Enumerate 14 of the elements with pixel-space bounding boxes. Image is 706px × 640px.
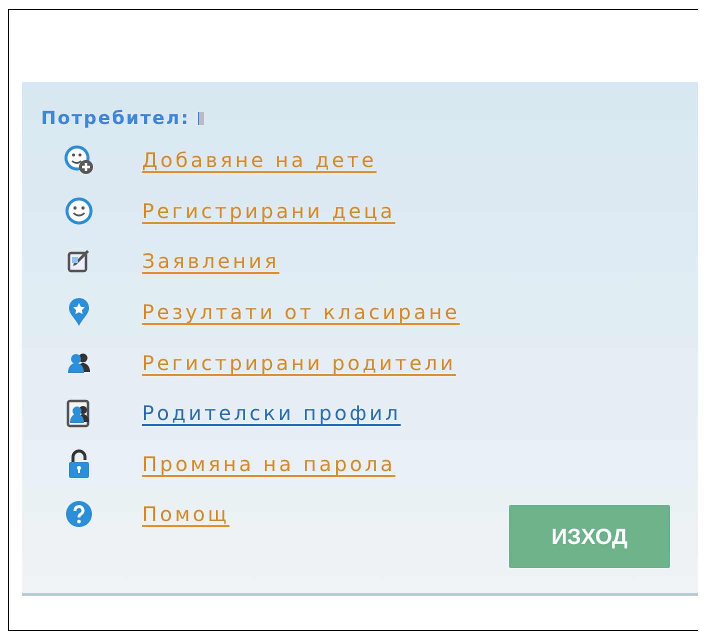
menu-link[interactable]: Добавяне на дете — [142, 148, 377, 172]
help-icon — [64, 499, 94, 530]
user-label: Потребител: — [41, 108, 190, 129]
redacted-username — [198, 112, 204, 125]
logout-button[interactable]: ИЗХОД — [509, 505, 670, 568]
menu-link[interactable]: Заявления — [142, 249, 280, 274]
smiley-plus-icon — [64, 145, 94, 176]
menu-link[interactable]: Промяна на парола — [142, 452, 396, 476]
smiley-icon — [64, 196, 94, 226]
menu-link[interactable]: Родителски профил — [142, 401, 401, 426]
menu-link[interactable]: Помощ — [142, 502, 230, 526]
menu-link[interactable]: Резултати от класиране — [142, 300, 460, 324]
menu-link[interactable]: Регистрирани деца — [142, 198, 396, 223]
menu-link[interactable]: Регистрирани родители — [142, 350, 456, 375]
